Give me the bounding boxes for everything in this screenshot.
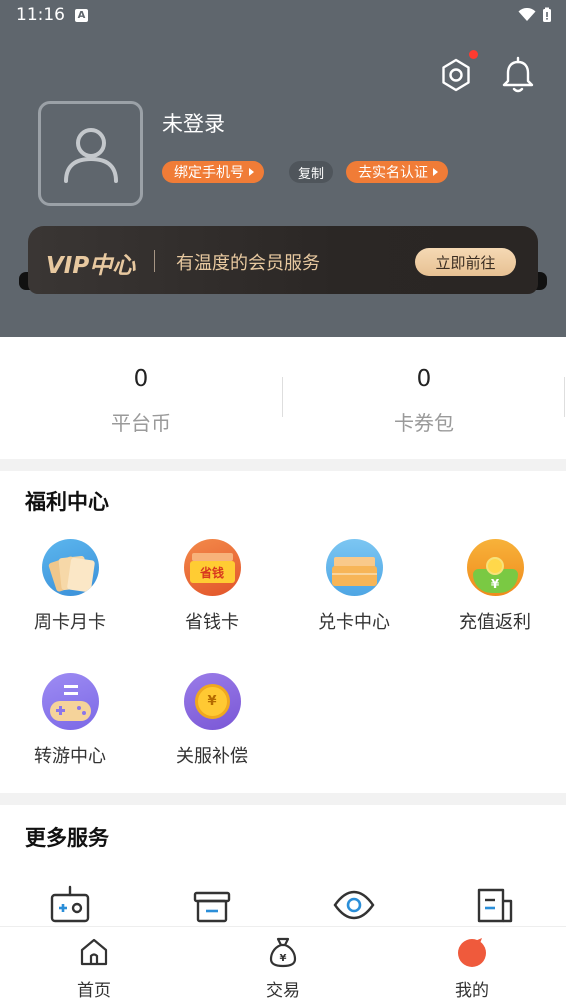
card-stack-icon — [41, 539, 99, 596]
unread-dot — [469, 50, 478, 59]
home-icon — [77, 935, 111, 969]
section-title: 福利中心 — [25, 490, 109, 514]
welfare-item-label: 省钱卡 — [185, 612, 239, 633]
radio-icon — [50, 885, 90, 923]
welfare-item-save-money-card[interactable]: 省钱 省钱卡 — [152, 539, 272, 634]
vip-banner[interactable]: VIP中心 有温度的会员服务 立即前往 — [28, 226, 538, 294]
section-gap — [0, 459, 566, 471]
section-title: 更多服务 — [25, 826, 109, 850]
tab-label: 我的 — [455, 981, 489, 1001]
stat-value: 0 — [416, 366, 432, 392]
more-services-section: 更多服务 — [0, 805, 566, 926]
stat-coupon-wallet[interactable]: 0 卡券包 — [283, 337, 565, 459]
bottom-tab-bar: 首页 ¥ 交易 我的 — [0, 926, 566, 1008]
vip-description: 有温度的会员服务 — [176, 253, 320, 274]
gift-box-icon — [193, 891, 231, 923]
news-icon — [477, 888, 513, 923]
settings-button[interactable] — [436, 55, 476, 95]
status-time: 11:16 — [16, 5, 65, 25]
tab-label: 交易 — [266, 981, 300, 1001]
notification-a-icon: A — [75, 8, 88, 22]
status-bar: 11:16 A — [0, 0, 566, 30]
welfare-item-weekly-monthly-card[interactable]: 周卡月卡 — [10, 539, 130, 634]
bell-icon — [502, 56, 534, 93]
vip-title: VIP中心 — [46, 253, 136, 279]
money-bag-icon: ¥ — [266, 935, 300, 969]
bind-phone-label: 绑定手机号 — [174, 165, 244, 181]
stat-value: 0 — [133, 366, 149, 392]
welfare-item-game-transfer-center[interactable]: 转游中心 — [10, 673, 130, 768]
welfare-item-label: 兑卡中心 — [318, 612, 390, 633]
divider — [564, 377, 565, 417]
welfare-item-label: 周卡月卡 — [34, 612, 106, 633]
stat-label: 卡券包 — [394, 411, 454, 435]
welfare-item-shutdown-compensation[interactable]: ¥ 关服补偿 — [152, 673, 272, 768]
eye-icon — [333, 890, 375, 920]
yuan-symbol: ¥ — [490, 577, 500, 591]
profile-header: 11:16 A 未登录 绑定手机号 复制 去实名认证 VIP中心 有温度的会员服… — [0, 0, 566, 337]
welfare-item-exchange-card-center[interactable]: 兑卡中心 — [294, 539, 414, 634]
tab-mine[interactable]: 我的 — [422, 935, 522, 1001]
gear-icon — [442, 58, 470, 92]
welfare-item-label: 关服补偿 — [176, 746, 248, 767]
service-radio-button[interactable] — [47, 882, 93, 928]
copy-button[interactable]: 复制 — [289, 161, 334, 183]
username[interactable]: 未登录 — [162, 108, 225, 138]
welfare-section: 福利中心 周卡月卡 省钱 省钱卡 兑卡中心 ¥ 充值返利 转游中心 ¥ 关服补偿 — [0, 471, 566, 793]
wifi-icon — [518, 8, 536, 21]
game-transfer-icon — [41, 673, 99, 730]
service-news-button[interactable] — [472, 882, 518, 928]
exchange-card-icon — [325, 539, 383, 596]
save-money-badge: 省钱 — [189, 561, 235, 583]
tab-home[interactable]: 首页 — [44, 935, 144, 1001]
account-stats: 0 平台币 0 卡券包 — [0, 337, 566, 459]
notifications-button[interactable] — [498, 55, 538, 95]
stat-label: 平台币 — [111, 411, 171, 435]
avatar[interactable] — [38, 101, 143, 206]
tab-label: 首页 — [77, 981, 111, 1001]
welfare-item-label: 充值返利 — [459, 612, 531, 633]
profile-tab-icon — [455, 935, 489, 969]
welfare-item-recharge-rebate[interactable]: ¥ 充值返利 — [435, 539, 555, 634]
recharge-rebate-icon: ¥ — [466, 539, 524, 596]
arrow-right-icon — [433, 168, 438, 176]
vip-divider — [154, 250, 155, 272]
section-gap — [0, 793, 566, 805]
yuan-symbol: ¥ — [194, 684, 230, 719]
bind-phone-button[interactable]: 绑定手机号 — [162, 161, 264, 183]
welfare-item-label: 转游中心 — [34, 746, 106, 767]
vip-go-button[interactable]: 立即前往 — [415, 248, 516, 276]
compensation-coin-icon: ¥ — [183, 673, 241, 730]
arrow-right-icon — [249, 168, 254, 176]
copy-label: 复制 — [298, 166, 325, 182]
stat-platform-coins[interactable]: 0 平台币 — [0, 337, 282, 459]
battery-icon — [543, 7, 551, 22]
yuan-symbol: ¥ — [280, 953, 287, 964]
save-money-card-icon: 省钱 — [183, 539, 241, 596]
verify-identity-button[interactable]: 去实名认证 — [346, 161, 448, 183]
service-view-button[interactable] — [331, 882, 377, 928]
user-silhouette-icon — [63, 127, 118, 183]
tab-trade[interactable]: ¥ 交易 — [233, 935, 333, 1001]
service-gift-button[interactable] — [189, 882, 235, 928]
verify-identity-label: 去实名认证 — [358, 165, 428, 181]
